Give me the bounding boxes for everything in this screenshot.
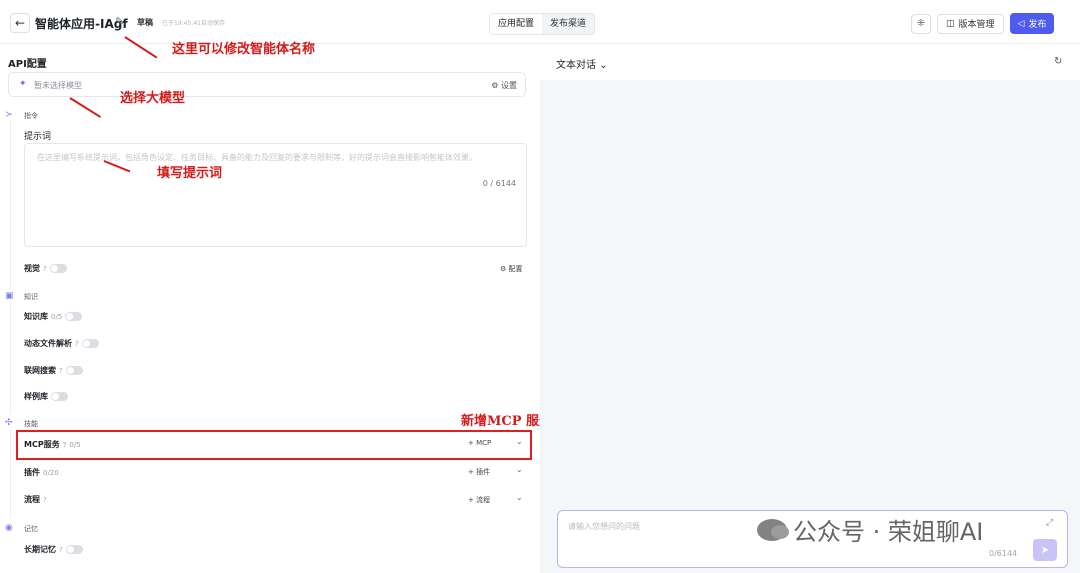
section-line [10, 302, 11, 414]
knowledge-base-count: 0/5 [51, 312, 63, 321]
tab-publish-channel[interactable]: 发布渠道 [542, 14, 595, 34]
plugins-count: 0/20 [43, 468, 59, 477]
long-memory-row: 长期记忆 ? [24, 544, 83, 555]
send-button[interactable]: ➤ [1033, 539, 1057, 561]
chat-panel [540, 44, 1080, 573]
top-bar: ← 智能体应用-IAgf ✎ 草稿 已于19:45:41自动保存 应用配置 发布… [0, 0, 1080, 44]
vision-config-label: 配置 [508, 265, 523, 273]
chat-title: 文本对话 [556, 60, 596, 71]
publish-button[interactable]: ◁ 发布 [1009, 13, 1055, 34]
annotation-rename: 这里可以修改智能体名称 [172, 42, 316, 57]
memory-icon: ◉ [5, 523, 13, 533]
instruction-icon: ≻ [5, 110, 13, 120]
chat-input-placeholder: 请输入您想问的问题 [568, 522, 640, 531]
settings-label: 设置 [501, 81, 517, 90]
mcp-highlight-box [16, 430, 532, 460]
vision-config-button[interactable]: ⚙ 配置 [500, 264, 523, 274]
chevron-down-icon[interactable]: ⌄ [516, 465, 523, 474]
workflow-label: 流程 [24, 495, 40, 504]
help-icon: ? [75, 339, 79, 348]
back-button[interactable]: ← [10, 13, 30, 33]
web-search-row: 联网搜索 ? [24, 365, 83, 376]
annotation-prompt: 填写提示词 [157, 166, 223, 181]
send-icon: ➤ [1040, 544, 1050, 556]
file-parse-toggle[interactable] [81, 339, 99, 348]
examples-toggle[interactable] [51, 392, 68, 401]
config-title: API配置 [8, 59, 47, 70]
examples-row: 样例库 [24, 391, 68, 402]
vision-toggle[interactable] [49, 264, 67, 273]
help-icon: ? [59, 545, 63, 554]
app-name: 智能体应用-IAgf [35, 17, 128, 31]
model-selector[interactable]: ✦ 暂未选择模型 ⚙ 设置 [8, 72, 526, 97]
long-memory-label: 长期记忆 [24, 545, 56, 554]
model-icon: ✦ [19, 79, 27, 89]
file-parse-label: 动态文件解析 [24, 339, 72, 348]
long-memory-toggle[interactable] [65, 545, 83, 554]
wechat-icon [757, 518, 789, 541]
help-icon: ? [43, 495, 47, 504]
section-line [10, 428, 11, 518]
expand-icon[interactable]: ⤢ [1046, 518, 1053, 528]
capture-icon: ⁜ [916, 18, 926, 29]
gear-icon: ⚙ [491, 81, 499, 90]
examples-label: 样例库 [24, 392, 48, 401]
tab-group: 应用配置 发布渠道 [489, 13, 596, 35]
section-line [10, 120, 11, 290]
plugins-row: 插件 0/20 [24, 467, 59, 478]
section-knowledge: 知识 [24, 293, 38, 301]
publish-label: 发布 [1028, 20, 1047, 30]
file-parse-row: 动态文件解析 ? [24, 338, 99, 349]
workflow-row: 流程 ? [24, 494, 47, 505]
chat-header [540, 44, 1080, 80]
version-label: 版本管理 [958, 20, 995, 30]
autosave-text: 已于19:45:41自动保存 [162, 20, 225, 27]
plugins-label: 插件 [24, 468, 40, 477]
tab-app-config[interactable]: 应用配置 [490, 14, 543, 34]
watermark-text: 公众号 · 荣姐聊AI [793, 518, 984, 546]
model-placeholder: 暂未选择模型 [34, 81, 82, 90]
chevron-down-icon: ⌄ [599, 60, 608, 71]
section-instruction: 指令 [24, 112, 38, 120]
chat-char-count: 0/6144 [989, 549, 1018, 558]
watermark: 公众号 · 荣姐聊AI [757, 512, 983, 547]
refresh-icon[interactable]: ↻ [1054, 56, 1062, 67]
skills-icon: ✣ [5, 418, 13, 428]
back-arrow-icon: ← [14, 16, 26, 30]
help-icon: ? [59, 366, 63, 375]
help-icon: ? [43, 264, 47, 273]
knowledge-base-row: 知识库 0/5 [24, 311, 83, 322]
knowledge-base-toggle[interactable] [65, 312, 83, 321]
version-icon: ◫ [946, 18, 955, 29]
add-plugin-button[interactable]: + 插件 [468, 467, 490, 477]
annotation-mcp: 新增MCP 服务 [461, 414, 553, 429]
vision-label: 视觉 [24, 264, 40, 273]
section-memory: 记忆 [24, 525, 38, 533]
add-workflow-button[interactable]: + 流程 [468, 495, 490, 505]
web-search-toggle[interactable] [65, 366, 83, 375]
model-settings-button[interactable]: ⚙ 设置 [491, 80, 517, 91]
vision-row: 视觉 ? [24, 263, 67, 274]
capture-button[interactable]: ⁜ [911, 13, 931, 34]
prompt-char-count: 0 / 6144 [482, 179, 516, 188]
prompt-textarea[interactable]: 在这里编写系统提示词，包括角色设定、任务目标、具备的能力及回复的要求与限制等，好… [24, 143, 527, 247]
header-actions: ⁜ ◫ 版本管理 ◁ 发布 [911, 13, 1055, 34]
chevron-down-icon[interactable]: ⌄ [516, 493, 523, 502]
config-panel [0, 44, 540, 573]
web-search-label: 联网搜索 [24, 366, 56, 375]
edit-name-icon[interactable]: ✎ [115, 15, 124, 28]
prompt-label: 提示词 [24, 132, 52, 142]
version-manage-button[interactable]: ◫ 版本管理 [937, 13, 1004, 34]
chat-mode-dropdown[interactable]: 文本对话 ⌄ [556, 56, 608, 71]
knowledge-base-label: 知识库 [24, 312, 48, 321]
annotation-model: 选择大模型 [120, 91, 186, 106]
knowledge-icon: ▣ [5, 291, 14, 301]
draft-badge: 草稿 [137, 18, 153, 27]
section-skills: 技能 [24, 420, 38, 428]
send-icon: ◁ [1017, 18, 1025, 29]
